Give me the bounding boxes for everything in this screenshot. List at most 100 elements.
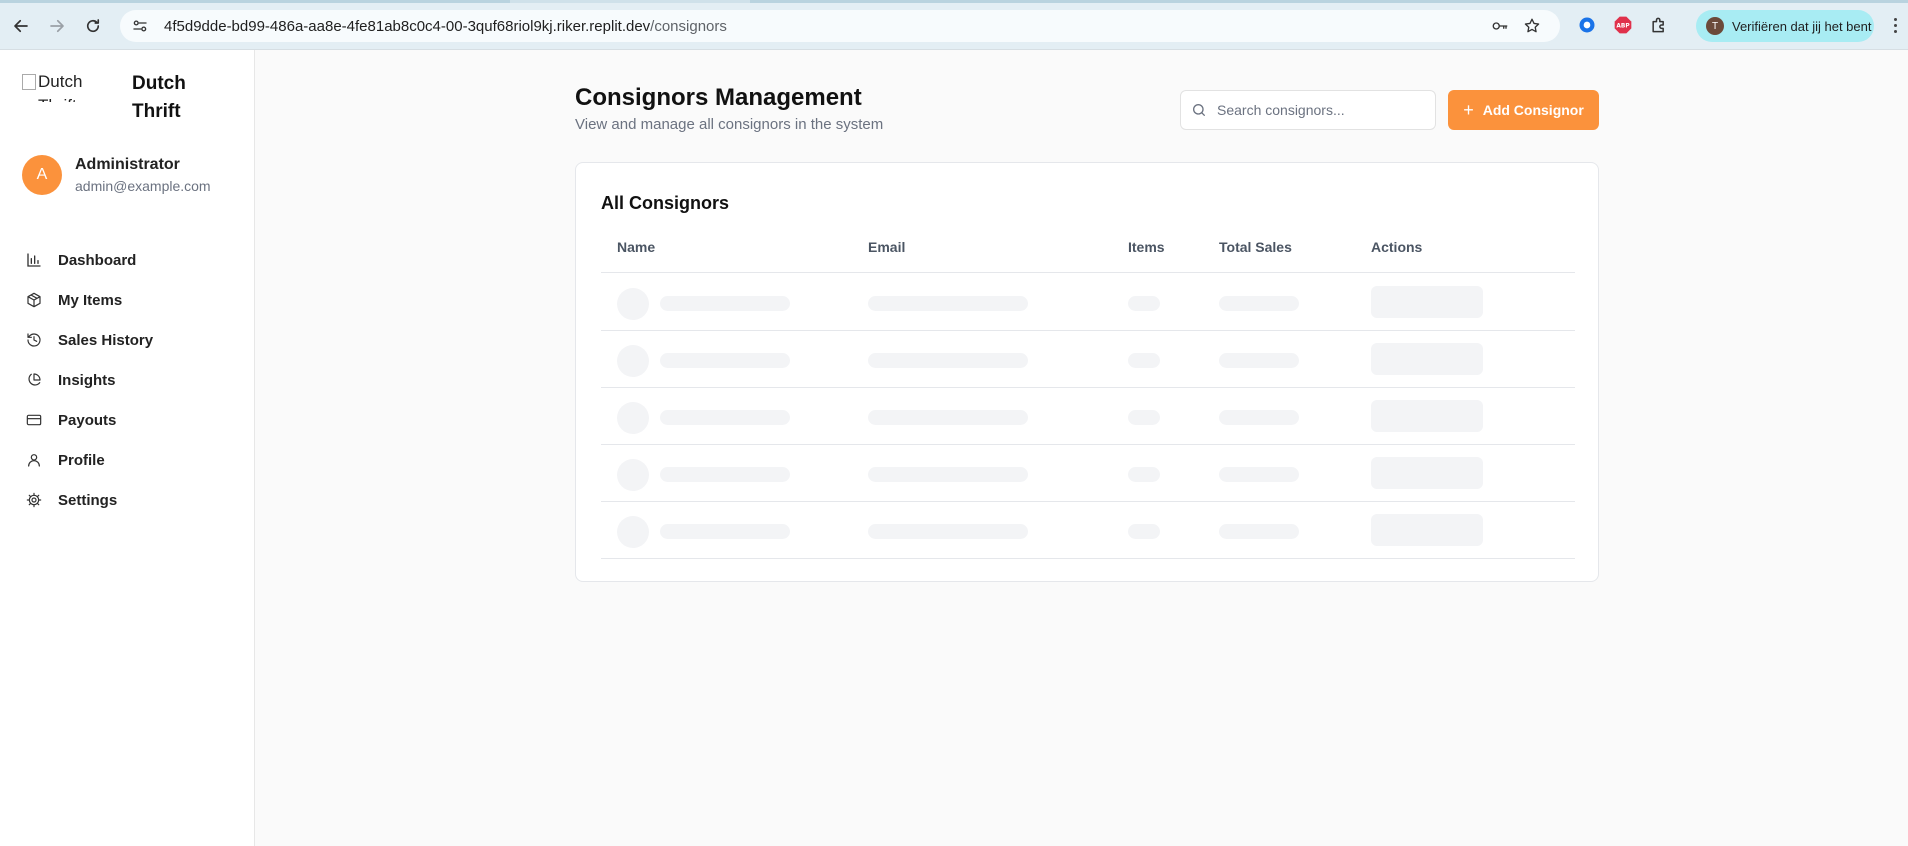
- user-email: admin@example.com: [75, 178, 211, 194]
- user-card: A Administrator admin@example.com: [22, 155, 211, 195]
- profile-button[interactable]: T Verifiëren dat jij het bent: [1696, 10, 1874, 42]
- puzzle-icon[interactable]: [1648, 14, 1670, 36]
- table-header: Name Email Items Total Sales Actions: [601, 239, 1575, 273]
- skeleton-actions: [1371, 400, 1483, 432]
- skeleton-name: [660, 353, 790, 368]
- table-row: [601, 502, 1575, 559]
- sidebar-item-insights[interactable]: Insights: [26, 360, 153, 400]
- card-title: All Consignors: [601, 193, 730, 213]
- sidebar-item-my-items[interactable]: My Items: [26, 280, 153, 320]
- skeleton-sales: [1219, 524, 1299, 539]
- url-host: 4f5d9dde-bd99-486a-aa8e-4fe81ab8c0c4-00-…: [164, 17, 651, 35]
- table-row: [601, 388, 1575, 445]
- sidebar-item-dashboard[interactable]: Dashboard: [26, 240, 153, 280]
- skeleton-email: [868, 296, 1028, 311]
- skeleton-name: [660, 467, 790, 482]
- url-path: /consignors: [650, 17, 727, 35]
- column-header-name[interactable]: Name: [617, 239, 655, 255]
- column-header-actions: Actions: [1371, 239, 1423, 255]
- sidebar-item-label: Settings: [58, 491, 118, 509]
- skeleton-email: [868, 524, 1028, 539]
- add-consignor-button[interactable]: + Add Consignor: [1448, 90, 1599, 130]
- skeleton-email: [868, 410, 1028, 425]
- user-name: Administrator: [75, 156, 180, 173]
- page-header: Consignors Management View and manage al…: [575, 84, 883, 133]
- skeleton-items: [1128, 410, 1160, 425]
- skeleton-items: [1128, 524, 1160, 539]
- skeleton-sales: [1219, 467, 1299, 482]
- sidebar-item-profile[interactable]: Profile: [26, 440, 153, 480]
- browser-menu-icon[interactable]: [1888, 14, 1902, 36]
- skeleton-items: [1128, 296, 1160, 311]
- plus-icon: +: [1463, 99, 1474, 120]
- brand-logo-alt: Dutch Thrift: [38, 72, 83, 102]
- reload-button[interactable]: [80, 13, 106, 39]
- broken-image-icon: [22, 74, 36, 90]
- column-header-email[interactable]: Email: [868, 239, 905, 255]
- svg-text:ABP: ABP: [1616, 24, 1630, 30]
- skeleton-circle: [617, 459, 649, 491]
- skeleton-items: [1128, 467, 1160, 482]
- arrow-left-icon: [14, 19, 28, 33]
- key-icon[interactable]: [1490, 16, 1510, 36]
- skeleton-name: [660, 524, 790, 539]
- package-icon: [27, 292, 41, 308]
- pie-chart-icon: [28, 373, 41, 386]
- table-row: [601, 331, 1575, 388]
- sidebar-item-label: Payouts: [58, 411, 117, 429]
- sidebar-nav: Dashboard My Items Sales History Insight…: [26, 240, 153, 520]
- forward-button[interactable]: [44, 13, 70, 39]
- add-consignor-label: Add Consignor: [1482, 102, 1584, 118]
- column-header-total-sales[interactable]: Total Sales: [1219, 239, 1292, 255]
- table-row: [601, 274, 1575, 331]
- arrow-right-icon: [50, 19, 64, 33]
- user-icon: [28, 454, 40, 467]
- skeleton-actions: [1371, 514, 1483, 546]
- skeleton-sales: [1219, 353, 1299, 368]
- search-icon: [1193, 104, 1205, 116]
- tab-strip: [0, 0, 1908, 3]
- avatar: A: [22, 155, 62, 195]
- sidebar-item-label: Profile: [58, 451, 105, 469]
- address-bar[interactable]: 4f5d9dde-bd99-486a-aa8e-4fe81ab8c0c4-00-…: [120, 10, 1560, 42]
- history-icon: [27, 333, 41, 347]
- brand[interactable]: Dutch Thrift Dutch Thrift: [22, 70, 202, 126]
- back-button[interactable]: [8, 13, 34, 39]
- sidebar-item-settings[interactable]: Settings: [26, 480, 153, 520]
- skeleton-email: [868, 467, 1028, 482]
- skeleton-name: [660, 296, 790, 311]
- skeleton-actions: [1371, 457, 1483, 489]
- star-icon[interactable]: [1522, 16, 1542, 36]
- skeleton-circle: [617, 288, 649, 320]
- site-settings-icon[interactable]: [130, 16, 150, 36]
- adblock-icon[interactable]: ABP: [1612, 14, 1634, 36]
- skeleton-items: [1128, 353, 1160, 368]
- column-header-items[interactable]: Items: [1128, 239, 1165, 255]
- skeleton-actions: [1371, 286, 1483, 318]
- consignors-card: All Consignors Name Email Items Total Sa…: [575, 162, 1599, 582]
- bar-chart-icon: [27, 253, 41, 267]
- skeleton-sales: [1219, 296, 1299, 311]
- search-input[interactable]: [1217, 102, 1417, 118]
- skeleton-name: [660, 410, 790, 425]
- page-title: Consignors Management: [575, 84, 862, 111]
- search-field[interactable]: [1180, 90, 1436, 130]
- skeleton-circle: [617, 402, 649, 434]
- sidebar-item-label: My Items: [58, 291, 123, 309]
- skeleton-circle: [617, 345, 649, 377]
- sidebar-item-payouts[interactable]: Payouts: [26, 400, 153, 440]
- skeleton-circle: [617, 516, 649, 548]
- page-subtitle: View and manage all consignors in the sy…: [575, 116, 884, 133]
- profile-avatar: T: [1706, 17, 1724, 35]
- sidebar-item-label: Dashboard: [58, 251, 137, 269]
- credit-card-icon: [26, 414, 42, 426]
- url-text: 4f5d9dde-bd99-486a-aa8e-4fe81ab8c0c4-00-…: [164, 18, 727, 35]
- sidebar-item-label: Sales History: [58, 331, 154, 349]
- skeleton-email: [868, 353, 1028, 368]
- brand-logo: Dutch Thrift: [22, 70, 102, 102]
- sidebar-item-sales-history[interactable]: Sales History: [26, 320, 153, 360]
- table-row: [601, 445, 1575, 502]
- browser-toolbar: 4f5d9dde-bd99-486a-aa8e-4fe81ab8c0c4-00-…: [0, 0, 1908, 50]
- extension-blue-icon[interactable]: [1576, 14, 1598, 36]
- brand-name: Dutch Thrift: [132, 73, 186, 122]
